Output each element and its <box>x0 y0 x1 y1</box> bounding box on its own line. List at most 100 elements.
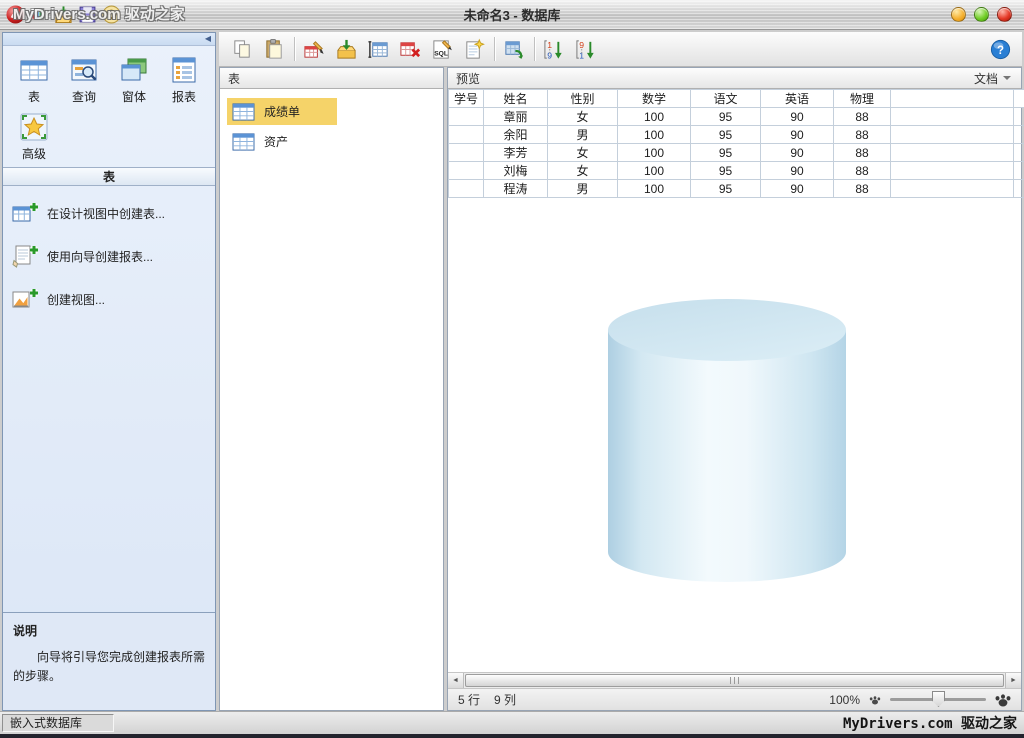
toolbar-group: 1991 <box>535 36 606 63</box>
scrollbar-track[interactable] <box>464 673 1005 688</box>
toolbar-group <box>223 36 294 63</box>
scroll-left-icon[interactable]: ◄ <box>448 673 464 688</box>
grid-cell: 100 <box>618 180 691 198</box>
sql-edit-button[interactable]: SQL <box>429 36 456 63</box>
save-icon[interactable] <box>78 5 97 24</box>
create-item-0[interactable]: 在设计视图中创建表... <box>11 200 207 227</box>
grid-cell: 95 <box>691 180 761 198</box>
zoom-in-paw-icon[interactable] <box>995 693 1011 707</box>
grid-cell: 余阳 <box>484 126 548 144</box>
paste-icon <box>263 38 286 61</box>
preview-grid-holder: 学号姓名性别数学语文英语物理章丽女100959088余阳男100959088李芳… <box>448 89 1021 198</box>
bottom-edge <box>0 734 1024 738</box>
sidebar-header: ◀ <box>3 33 215 46</box>
col-count: 9 列 <box>494 691 516 708</box>
grid-header-cell: 语文 <box>691 90 761 108</box>
import-button[interactable] <box>333 36 360 63</box>
grid-cell <box>449 108 484 126</box>
nav-label: 查询 <box>72 88 96 105</box>
copy-button[interactable] <box>229 36 256 63</box>
scrollbar-thumb[interactable] <box>465 674 1004 687</box>
chart-menu-icon[interactable] <box>30 5 49 24</box>
row-count: 5 行 <box>458 691 480 708</box>
grid-cell <box>891 162 1014 180</box>
sidebar-nav-report[interactable]: 报表 <box>159 53 209 105</box>
grid-cell <box>1014 108 1024 126</box>
zoom-out-paw-icon[interactable] <box>869 695 881 705</box>
insert-table-button[interactable] <box>365 36 392 63</box>
svg-text:9: 9 <box>579 40 584 50</box>
grid-header-cell: 学号 <box>449 90 484 108</box>
grid-cell: 95 <box>691 162 761 180</box>
zoom-control: 100% <box>829 693 1011 707</box>
sidebar-nav-table[interactable]: 表 <box>9 53 59 105</box>
sidebar-nav: 表查询 窗体 报表高级 <box>3 46 215 167</box>
minimize-button[interactable] <box>951 7 966 22</box>
grid-row: 李芳女100959088 <box>449 144 1024 162</box>
description-text: 向导将引导您完成创建报表所需的步骤。 <box>13 648 205 685</box>
zoom-level: 100% <box>829 693 860 707</box>
paste-button[interactable] <box>261 36 288 63</box>
svg-text:SQL: SQL <box>434 50 448 57</box>
sql-edit-icon: SQL <box>431 38 454 61</box>
help-button[interactable]: ? <box>987 36 1014 63</box>
grid-cell <box>891 108 1014 126</box>
zoom-slider[interactable] <box>890 698 986 701</box>
grid-cell <box>891 144 1014 162</box>
create-item-1[interactable]: 使用向导创建报表... <box>11 243 207 270</box>
table-list-item-1[interactable]: 资产 <box>227 128 337 155</box>
toolbar-group <box>495 36 534 63</box>
zoom-slider-thumb[interactable] <box>932 691 945 707</box>
sidebar-nav-star[interactable]: 高级 <box>9 110 59 162</box>
delete-table-button[interactable] <box>397 36 424 63</box>
titlebar: 未命名3 - 数据库 MyDrivers.com 驱动之家 <box>0 0 1024 30</box>
grid-cell <box>1014 144 1024 162</box>
horizontal-scrollbar[interactable]: ◄ ► <box>448 672 1021 688</box>
titlebar-icons <box>0 5 121 24</box>
document-menu[interactable]: 文档 <box>974 70 1013 87</box>
preview-grid: 学号姓名性别数学语文英语物理章丽女100959088余阳男100959088李芳… <box>448 89 1024 198</box>
nav-label: 高级 <box>22 145 46 162</box>
copy-icon <box>231 38 254 61</box>
statusbar: 嵌入式数据库 MyDrivers.com 驱动之家 <box>0 711 1024 734</box>
grid-cell: 90 <box>761 180 834 198</box>
grid-header-cell: 英语 <box>761 90 834 108</box>
undo-icon[interactable] <box>102 5 121 24</box>
export-table-button[interactable] <box>501 36 528 63</box>
sort-desc-button[interactable]: 91 <box>573 36 600 63</box>
collapse-left-icon[interactable]: ◀ <box>205 34 211 43</box>
design-table-button[interactable] <box>301 36 328 63</box>
nav-label: 报表 <box>172 88 196 105</box>
grid-cell: 刘梅 <box>484 162 548 180</box>
grid-cell <box>1014 180 1024 198</box>
grid-cell: 李芳 <box>484 144 548 162</box>
sidebar-nav-form[interactable]: 窗体 <box>109 53 159 105</box>
delete-table-icon <box>399 38 422 61</box>
grid-cell: 100 <box>618 108 691 126</box>
sort-asc-button[interactable]: 19 <box>541 36 568 63</box>
maximize-button[interactable] <box>974 7 989 22</box>
grid-row: 程涛男100959088 <box>449 180 1024 198</box>
window-title: 未命名3 - 数据库 <box>0 5 1024 24</box>
grid-cell <box>449 144 484 162</box>
description-title: 说明 <box>13 622 205 639</box>
scroll-right-icon[interactable]: ► <box>1005 673 1021 688</box>
sidebar-nav-query[interactable]: 查询 <box>59 53 109 105</box>
grid-cell: 100 <box>618 144 691 162</box>
table-list-item-0[interactable]: 成绩单 <box>227 98 337 125</box>
create-actions: 在设计视图中创建表... 使用向导创建报表... 创建视图... <box>3 186 215 612</box>
close-button[interactable] <box>997 7 1012 22</box>
grid-cell: 88 <box>834 180 891 198</box>
table-plus-icon <box>11 200 38 227</box>
new-report-button[interactable] <box>461 36 488 63</box>
grid-header-cell: 性别 <box>548 90 618 108</box>
create-item-2[interactable]: 创建视图... <box>11 286 207 313</box>
grid-cell: 章丽 <box>484 108 548 126</box>
preview-header: 预览 文档 <box>448 68 1021 89</box>
grid-cell: 100 <box>618 162 691 180</box>
grid-cell <box>891 126 1014 144</box>
nav-label: 窗体 <box>122 88 146 105</box>
grid-row: 余阳男100959088 <box>449 126 1024 144</box>
open-icon[interactable] <box>54 5 73 24</box>
grid-cell <box>891 180 1014 198</box>
